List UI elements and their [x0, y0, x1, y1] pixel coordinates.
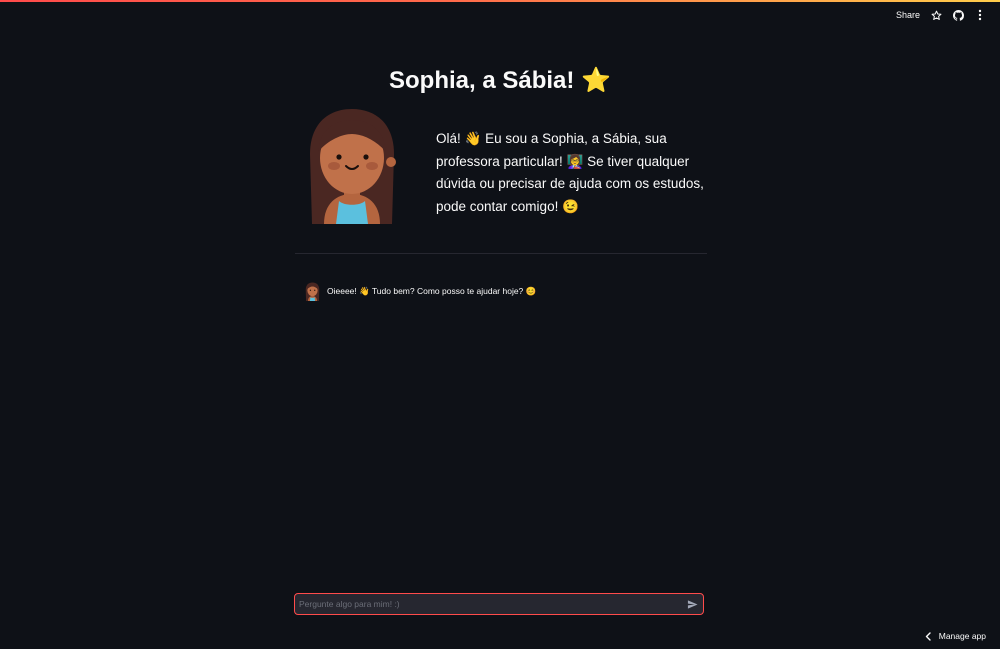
chat-message-assistant: Oieeee! 👋 Tudo bem? Como posso te ajudar… [304, 281, 704, 301]
share-button[interactable]: Share [896, 10, 920, 20]
manage-app-label: Manage app [938, 631, 986, 641]
page-title-text: Sophia, a Sábia! [389, 67, 575, 94]
github-icon[interactable] [952, 9, 964, 21]
send-icon [687, 599, 698, 609]
section-divider [295, 253, 707, 254]
chat-input-container [294, 593, 704, 615]
kebab-menu-icon[interactable] [974, 9, 986, 21]
assistant-avatar [304, 281, 321, 301]
chat-message-text: Oieeee! 👋 Tudo bem? Como posso te ajudar… [327, 285, 537, 296]
top-decoration-bar [0, 0, 1000, 2]
send-button[interactable] [681, 594, 703, 614]
manage-app-button[interactable]: Manage app [925, 631, 986, 641]
sophia-avatar-illustration [306, 106, 398, 224]
chat-input[interactable] [295, 594, 681, 614]
chevron-left-icon [925, 631, 931, 641]
star-emoji: ⭐ [581, 67, 611, 94]
intro-text: Olá! 👋 Eu sou a Sophia, a Sábia, sua pro… [436, 131, 704, 214]
page-title: Sophia, a Sábia! ⭐ [0, 66, 1000, 95]
star-icon[interactable] [930, 9, 942, 21]
app-toolbar: Share [896, 6, 986, 24]
